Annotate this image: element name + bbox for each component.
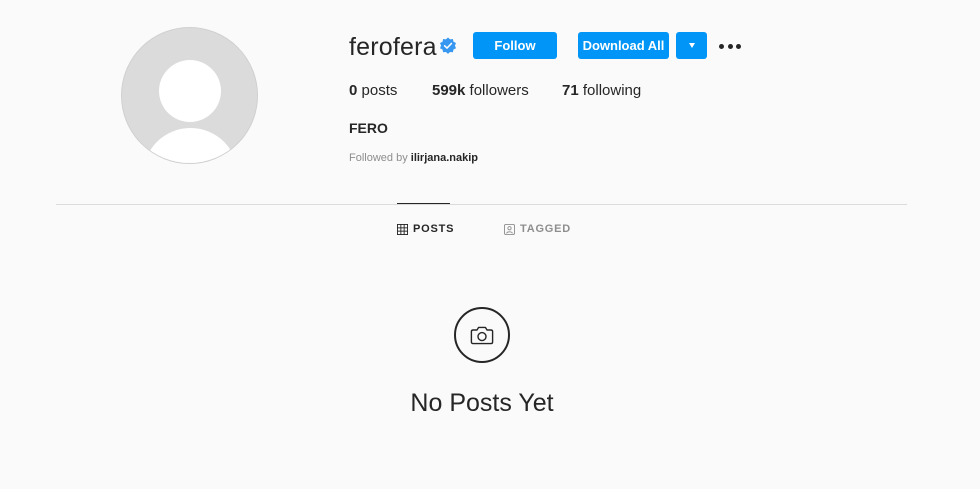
more-dot (719, 43, 724, 49)
followed-by-prefix: Followed by (349, 152, 408, 164)
followed-by-text: Followed by ilirjana.nakip (349, 152, 478, 164)
following-count: 71 (562, 82, 579, 99)
tab-tagged-label: TAGGED (520, 223, 572, 235)
followers-stat[interactable]: 599k followers (432, 82, 529, 99)
profile-username: ferofera (349, 33, 437, 61)
caret-down-icon (688, 43, 695, 48)
followers-count: 599k (432, 82, 466, 99)
tab-posts-label: POSTS (413, 223, 455, 235)
tagged-user-icon (504, 223, 515, 235)
followed-by-user-link[interactable]: ilirjana.nakip (411, 152, 478, 164)
tab-posts[interactable]: POSTS (397, 222, 454, 236)
posts-count: 0 (349, 82, 358, 99)
posts-label: posts (361, 82, 398, 99)
follow-button[interactable]: Follow (473, 32, 557, 59)
download-all-button[interactable]: Download All (578, 32, 669, 59)
more-options-icon[interactable] (719, 36, 741, 56)
avatar-placeholder-head (159, 60, 221, 122)
following-stat[interactable]: 71 following (562, 82, 641, 99)
tab-tagged[interactable]: TAGGED (504, 222, 571, 236)
grid-icon (397, 223, 408, 235)
posts-count-stat: 0 posts (349, 82, 397, 99)
more-dot (727, 43, 733, 49)
tabs-divider (56, 204, 907, 205)
verified-badge-icon (439, 37, 457, 54)
following-label: following (582, 82, 642, 99)
profile-avatar[interactable] (121, 27, 258, 164)
download-options-dropdown-button[interactable] (676, 32, 707, 59)
followers-label: followers (469, 82, 529, 99)
active-tab-indicator (397, 203, 450, 204)
more-dot (736, 43, 741, 49)
empty-state-text: No Posts Yet (410, 389, 554, 417)
profile-fullname: FERO (349, 120, 388, 136)
camera-icon (470, 326, 494, 345)
empty-state-icon-circle (454, 307, 510, 363)
avatar-placeholder-body (143, 128, 238, 163)
